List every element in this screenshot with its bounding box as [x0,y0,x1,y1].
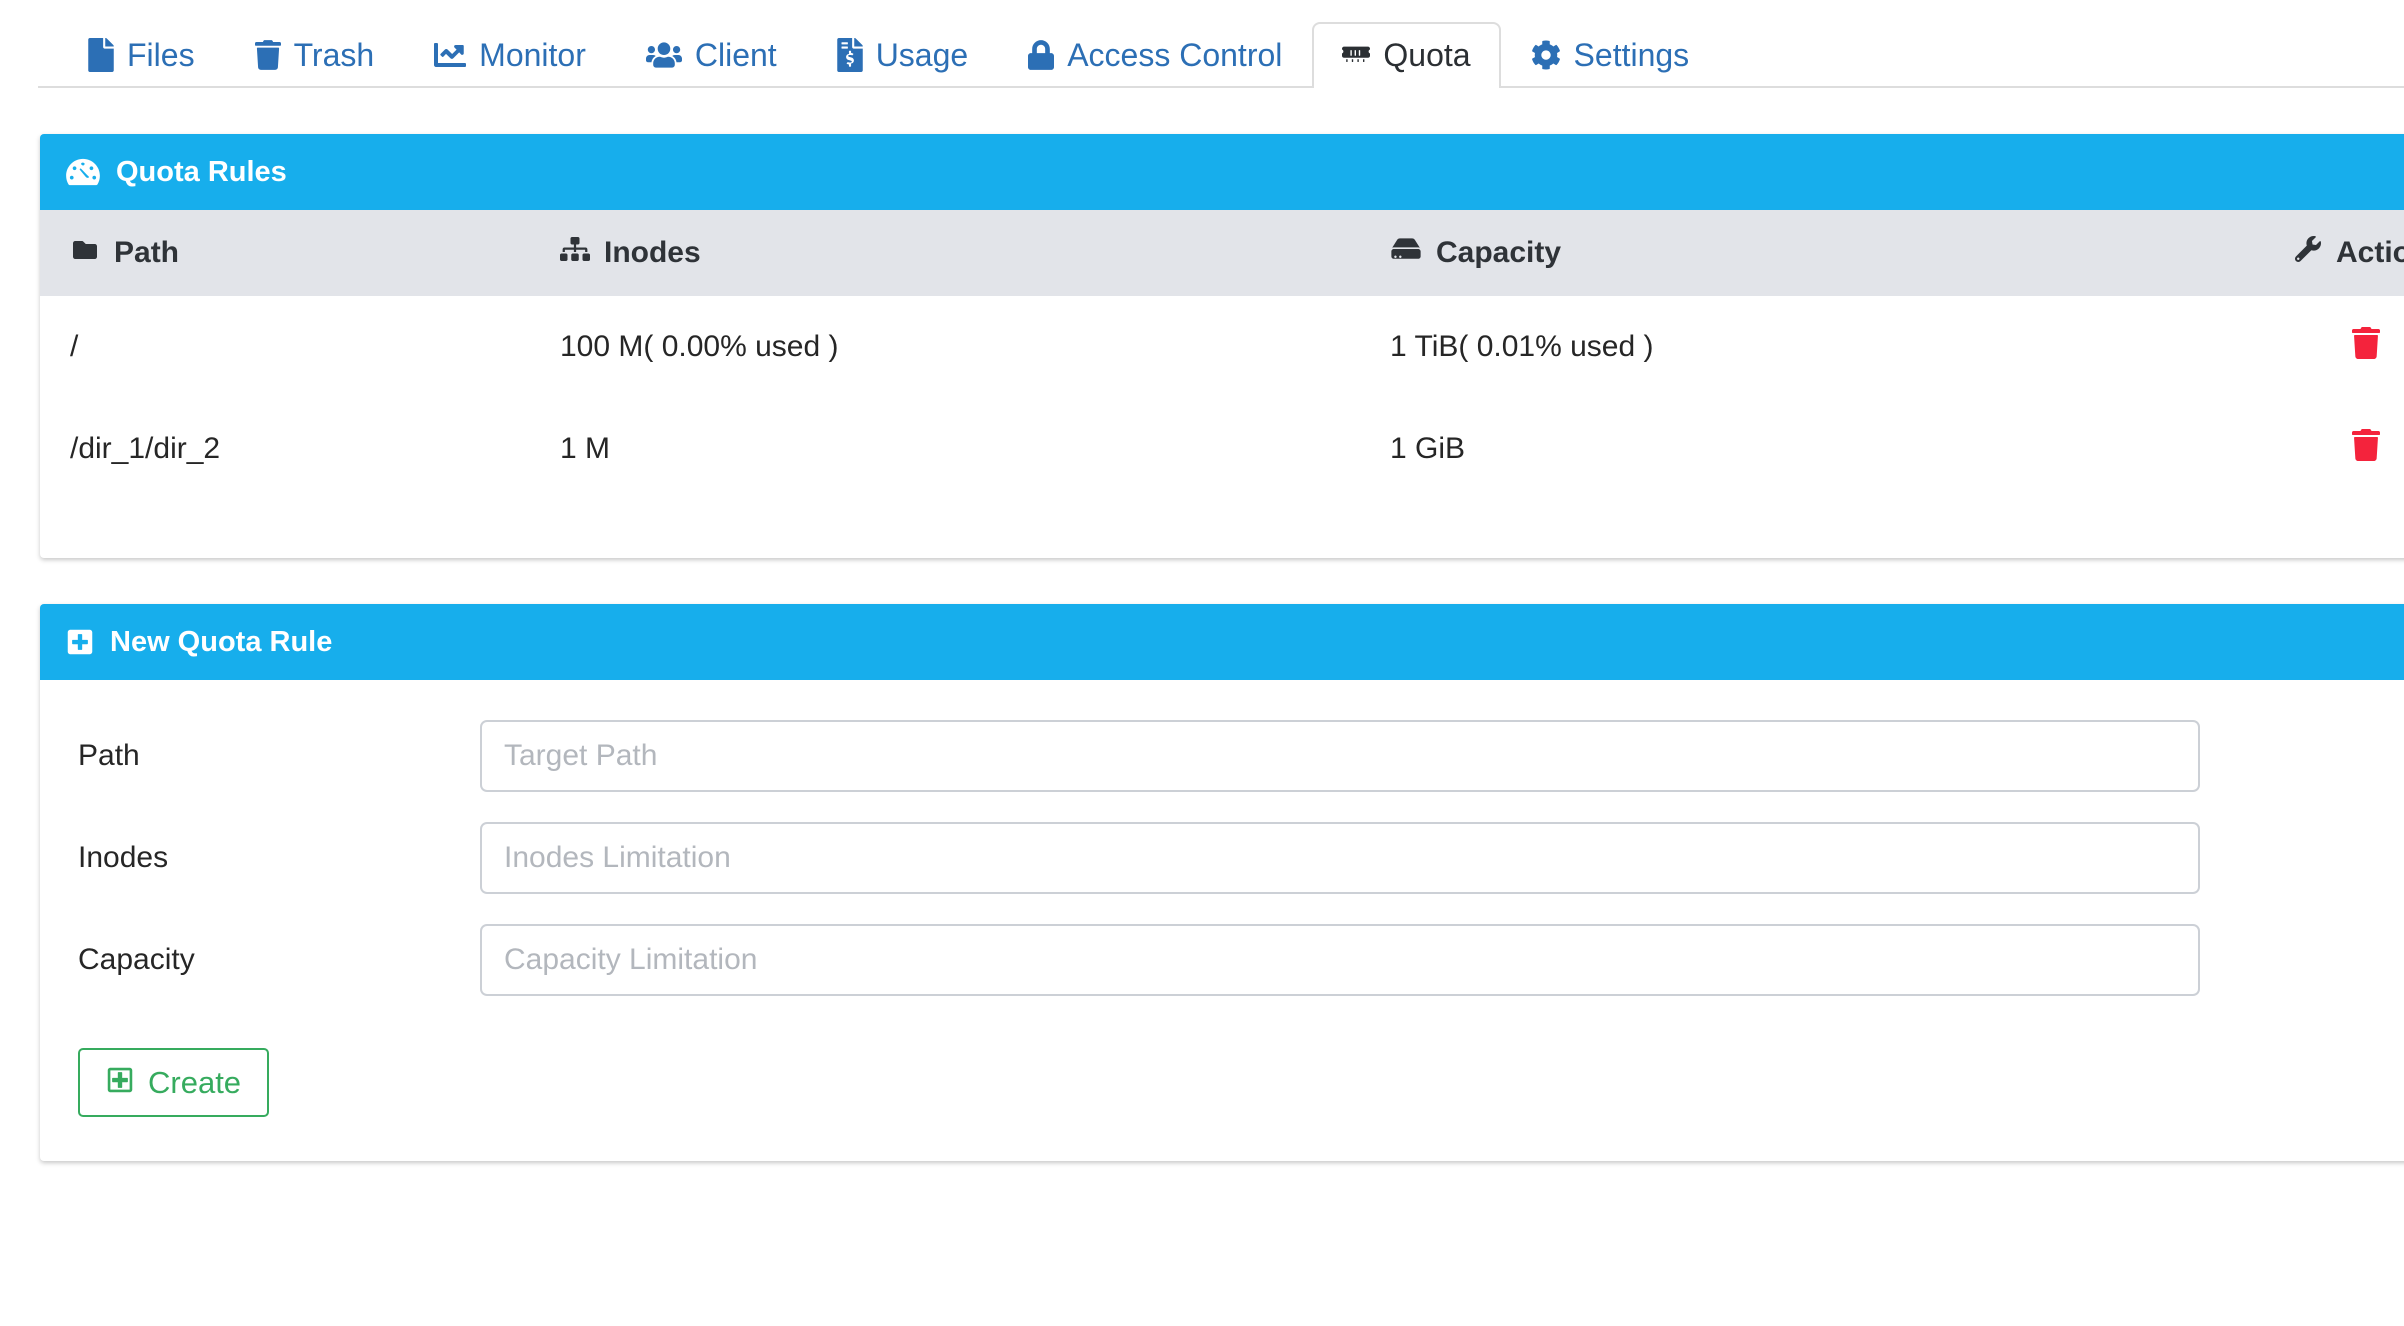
panel-title: New Quota Rule [110,626,332,659]
tab-settings[interactable]: Settings [1501,22,1720,88]
tab-label: Files [127,39,195,71]
tab-label: Trash [294,39,375,71]
table-body: / 100 M( 0.00% used ) 1 TiB( 0.01% used … [40,296,2404,500]
tab-files[interactable]: Files [58,22,225,88]
column-header-label: Actions [2336,236,2404,270]
delete-rule-button[interactable] [2352,326,2380,363]
new-quota-rule-panel-header: New Quota Rule [40,604,2404,680]
trash-icon [2352,326,2380,363]
path-label: Path [40,739,480,773]
lock-icon [1028,38,1054,72]
create-button[interactable]: Create [78,1048,269,1117]
inodes-input[interactable] [480,822,2200,894]
gear-icon [1531,38,1561,72]
sitemap-icon [560,236,590,270]
inodes-label: Inodes [40,841,480,875]
main-tab-bar: Files Trash Monitor Client Usage Access … [0,0,2404,88]
capacity-label: Capacity [40,943,480,977]
wrench-icon [2294,236,2322,270]
quota-rules-panel-header: Quota Rules [40,134,2404,210]
form-row-inodes: Inodes [40,822,2404,894]
plus-square-icon [66,628,94,656]
column-header-path: Path [40,210,560,296]
capacity-input[interactable] [480,924,2200,996]
new-quota-rule-panel: New Quota Rule Path Inodes Capacity [40,604,2404,1161]
form-row-path: Path [40,720,2404,792]
tab-label: Access Control [1067,39,1282,71]
tab-label: Quota [1383,39,1470,71]
column-header-inodes: Inodes [560,210,1390,296]
column-header-label: Capacity [1436,236,1561,270]
users-icon [646,38,682,72]
trash-icon [2352,428,2380,465]
path-input[interactable] [480,720,2200,792]
tab-label: Client [695,39,777,71]
table-row: / 100 M( 0.00% used ) 1 TiB( 0.01% used … [40,296,2404,398]
cell-inodes: 1 M [560,398,1390,500]
column-header-actions: Actions [2200,210,2404,296]
tab-access-control[interactable]: Access Control [998,22,1312,88]
cell-capacity: 1 GiB [1390,398,2200,500]
table-header-row: Path Inodes [40,210,2404,296]
table-header: Path Inodes [40,210,2404,296]
hdd-icon [1390,236,1422,270]
tab-usage[interactable]: Usage [807,22,999,88]
quota-rules-body: Path Inodes [40,210,2404,558]
cell-actions [2200,398,2404,500]
quota-rules-panel: Quota Rules Path [40,134,2404,558]
delete-rule-button[interactable] [2352,428,2380,465]
tab-monitor[interactable]: Monitor [404,22,616,88]
trash-icon [255,38,281,72]
tab-quota[interactable]: Quota [1312,22,1500,88]
cell-capacity: 1 TiB( 0.01% used ) [1390,296,2200,398]
tab-label: Monitor [479,39,586,71]
tab-label: Usage [876,39,969,71]
table-row: /dir_1/dir_2 1 M 1 GiB [40,398,2404,500]
file-icon [88,38,114,72]
panel-title: Quota Rules [116,156,287,189]
tab-client[interactable]: Client [616,22,807,88]
table-bottom-spacer [40,500,2404,558]
tachometer-icon [66,157,100,187]
column-header-label: Path [114,236,179,270]
file-invoice-dollar-icon [837,38,863,72]
quota-rules-table: Path Inodes [40,210,2404,500]
cell-path: /dir_1/dir_2 [40,398,560,500]
tab-trash[interactable]: Trash [225,22,405,88]
tab-label: Settings [1574,39,1690,71]
create-button-label: Create [148,1067,241,1098]
form-row-capacity: Capacity [40,924,2404,996]
new-quota-rule-form: Path Inodes Capacity [40,680,2404,1161]
memory-icon [1342,38,1370,72]
chart-line-icon [434,38,466,72]
folder-icon [70,236,100,270]
create-button-wrap: Create [40,1026,2404,1161]
cell-actions [2200,296,2404,398]
column-header-capacity: Capacity [1390,210,2200,296]
cell-path: / [40,296,560,398]
plus-square-icon [106,1066,134,1099]
cell-inodes: 100 M( 0.00% used ) [560,296,1390,398]
column-header-label: Inodes [604,236,701,270]
